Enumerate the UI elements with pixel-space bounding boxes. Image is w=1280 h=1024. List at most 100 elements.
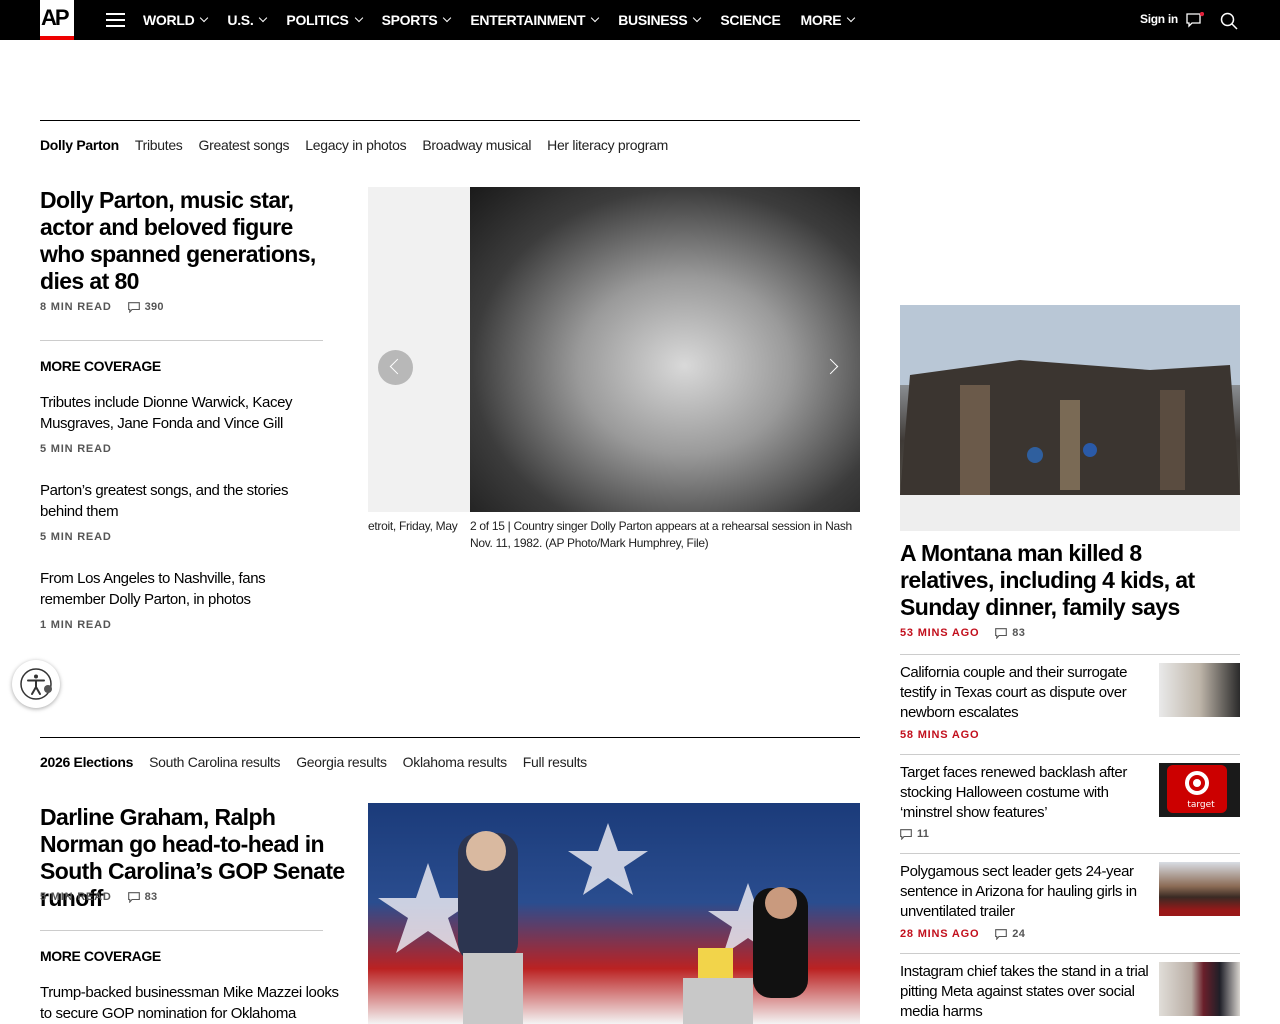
rail-item-thumbnail[interactable] (1159, 962, 1240, 1016)
rail-item-title[interactable]: Target faces renewed backlash after stoc… (900, 763, 1150, 823)
subnav-item[interactable]: Full results (523, 754, 587, 770)
chevron-down-icon (259, 13, 268, 23)
comment-icon (995, 627, 1008, 639)
lead-headline[interactable]: Dolly Parton, music star, actor and belo… (40, 187, 340, 295)
chevron-down-icon (847, 13, 856, 23)
subnav-item[interactable]: Greatest songs (199, 137, 290, 153)
target-logo-icon: target (1167, 765, 1227, 813)
comment-icon (995, 928, 1008, 940)
subnav-item[interactable]: Oklahoma results (403, 754, 507, 770)
timestamp: 58 MINS AGO (900, 729, 980, 741)
story-meta: 53 MINS AGO 83 (900, 627, 1025, 639)
subnav-item[interactable]: Legacy in photos (305, 137, 406, 153)
topic-subnav-elections: 2026 Elections South Carolina results Ge… (40, 754, 603, 770)
timestamp: 53 MINS AGO (900, 627, 980, 639)
story-meta: 5 MIN READ 83 (40, 891, 157, 903)
rail-item-thumbnail[interactable] (1159, 663, 1240, 717)
rail-item-title[interactable]: Instagram chief takes the stand in a tri… (900, 962, 1150, 1022)
search-icon[interactable] (1220, 12, 1238, 30)
divider (900, 953, 1240, 954)
coverage-item-title[interactable]: Tributes include Dionne Warwick, Kacey M… (40, 392, 330, 434)
comment-count[interactable]: 24 (995, 928, 1025, 940)
gallery-prev-caption: etroit, Friday, May (368, 519, 458, 533)
nav-item-politics[interactable]: POLITICS (286, 12, 363, 28)
ap-logo[interactable]: AP (40, 0, 74, 40)
subnav-item[interactable]: Broadway musical (422, 137, 531, 153)
accessibility-button[interactable] (12, 660, 60, 708)
section-divider (40, 737, 860, 738)
sign-in-link[interactable]: Sign in (1140, 12, 1178, 26)
menu-icon[interactable] (106, 13, 125, 27)
comment-count[interactable]: 11 (900, 828, 929, 840)
chevron-down-icon (200, 13, 209, 23)
caption-line: Nov. 11, 1982. (AP Photo/Mark Humphrey, … (470, 536, 709, 550)
read-time: 5 MIN READ (40, 891, 112, 903)
fire-damage-photo (900, 305, 1240, 531)
nav-item-entertainment[interactable]: ENTERTAINMENT (470, 12, 600, 28)
section-divider (40, 120, 860, 121)
subnav-item[interactable]: Georgia results (296, 754, 387, 770)
notification-message-icon[interactable] (1186, 12, 1204, 28)
coverage-item-title[interactable]: Trump-backed businessman Mike Mazzei loo… (40, 982, 350, 1024)
target-thumb-text: target (1187, 800, 1215, 810)
read-time: 5 MIN READ (40, 531, 112, 543)
read-time: 5 MIN READ (40, 443, 112, 455)
story-meta: 58 MINS AGO (900, 729, 979, 741)
subnav-item[interactable]: 2026 Elections (40, 754, 133, 770)
nav-item-sports[interactable]: SPORTS (382, 12, 452, 28)
comment-count[interactable]: 390 (127, 301, 164, 313)
comment-count[interactable]: 83 (127, 891, 158, 903)
accessibility-icon (20, 668, 52, 700)
rail-item-title[interactable]: California couple and their surrogate te… (900, 663, 1150, 723)
read-time: 8 MIN READ (40, 301, 112, 313)
coverage-item-title[interactable]: From Los Angeles to Nashville, fans reme… (40, 568, 330, 610)
rail-lead-headline[interactable]: A Montana man killed 8 relatives, includ… (900, 540, 1240, 621)
chevron-down-icon (693, 13, 702, 23)
divider (900, 654, 1240, 655)
debate-photo-illustration (378, 823, 808, 1024)
chevron-down-icon (354, 13, 363, 23)
more-coverage-label: MORE COVERAGE (40, 358, 161, 374)
more-coverage-label: MORE COVERAGE (40, 948, 161, 964)
story-meta: 28 MINS AGO 24 (900, 928, 1025, 940)
nav-item-us[interactable]: U.S. (227, 12, 268, 28)
rail-item-title[interactable]: Polygamous sect leader gets 24-year sent… (900, 862, 1150, 922)
debate-photo[interactable] (368, 803, 860, 1024)
divider (40, 340, 323, 341)
subnav-item[interactable]: Her literacy program (547, 137, 668, 153)
comment-icon (127, 301, 140, 313)
logo-text: AP (41, 5, 70, 30)
divider (900, 853, 1240, 854)
nav-items: WORLD U.S. POLITICS SPORTS ENTERTAINMENT… (143, 0, 874, 40)
chevron-down-icon (590, 13, 600, 23)
story-meta: 11 (900, 828, 929, 840)
comment-icon (900, 828, 912, 840)
read-time: 1 MIN READ (40, 619, 112, 631)
nav-item-science[interactable]: SCIENCE (720, 12, 780, 28)
subnav-item[interactable]: Tributes (135, 137, 183, 153)
chevron-down-icon (443, 13, 452, 23)
rail-item-thumbnail[interactable]: target (1159, 763, 1240, 817)
gallery-caption: 2 of 15 | Country singer Dolly Parton ap… (470, 519, 853, 550)
divider (40, 930, 323, 931)
gallery-counter: 2 of 15 (470, 519, 505, 533)
lead-rail-photo[interactable] (900, 305, 1240, 531)
rail-item-thumbnail[interactable] (1159, 862, 1240, 916)
top-navigation: AP WORLD U.S. POLITICS SPORTS ENTERTAINM… (0, 0, 1280, 40)
gallery-prev-button[interactable] (378, 350, 413, 385)
subnav-item[interactable]: South Carolina results (149, 754, 280, 770)
story-meta: 8 MIN READ 390 (40, 301, 164, 313)
nav-item-more[interactable]: MORE (801, 12, 856, 28)
comment-icon (127, 891, 140, 903)
nav-item-business[interactable]: BUSINESS (618, 12, 702, 28)
comment-count[interactable]: 83 (995, 627, 1025, 639)
topic-subnav-dolly: Dolly Parton Tributes Greatest songs Leg… (40, 137, 684, 153)
nav-item-world[interactable]: WORLD (143, 12, 209, 28)
gallery-photo[interactable] (470, 187, 860, 512)
caption-line: Country singer Dolly Parton appears at a… (513, 519, 853, 533)
timestamp: 28 MINS AGO (900, 928, 980, 940)
subnav-item[interactable]: Dolly Parton (40, 137, 119, 153)
divider (900, 754, 1240, 755)
gallery-next-button[interactable] (817, 350, 852, 385)
coverage-item-title[interactable]: Parton’s greatest songs, and the stories… (40, 480, 330, 522)
